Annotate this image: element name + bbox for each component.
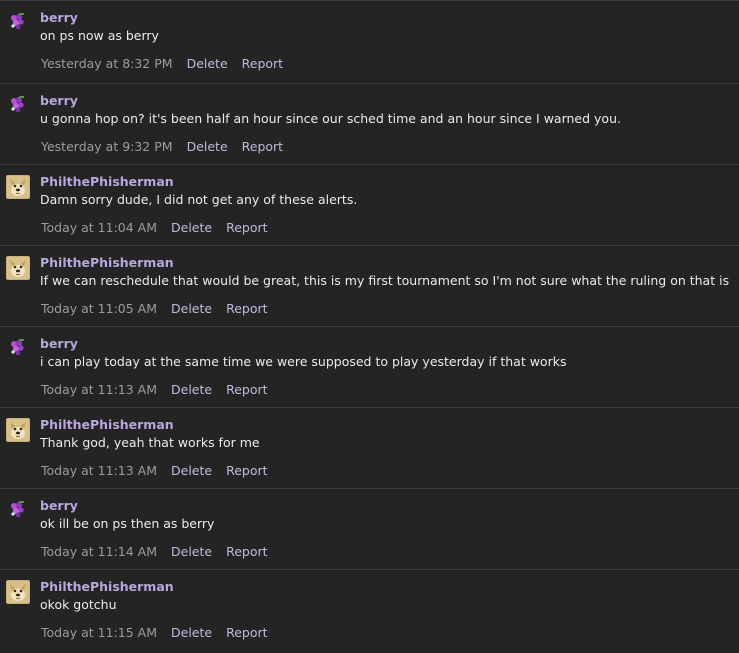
delete-button[interactable]: Delete	[171, 625, 212, 640]
message-author[interactable]: PhilthePhisherman	[40, 417, 174, 432]
message-meta: Yesterday at 9:32 PM Delete Report	[41, 139, 283, 154]
message-meta: Today at 11:14 AM Delete Report	[41, 544, 268, 559]
message-timestamp: Today at 11:15 AM	[41, 625, 157, 640]
message-row: berry ok ill be on ps then as berry Today …	[0, 488, 739, 569]
avatar[interactable]	[6, 175, 30, 199]
message-timestamp: Today at 11:13 AM	[41, 382, 157, 397]
delete-button[interactable]: Delete	[171, 544, 212, 559]
report-button[interactable]: Report	[226, 463, 267, 478]
message-author[interactable]: PhilthePhisherman	[40, 174, 174, 189]
message-text: i can play today at the same time we wer…	[40, 354, 567, 369]
berry-avatar-icon	[6, 337, 30, 361]
message-text: ok ill be on ps then as berry	[40, 516, 215, 531]
report-button[interactable]: Report	[226, 301, 267, 316]
message-row: PhilthePhisherman If we can reschedule th…	[0, 245, 739, 326]
message-author[interactable]: PhilthePhisherman	[40, 255, 174, 270]
avatar[interactable]	[6, 94, 30, 118]
message-row: berry on ps now as berry Yesterday at 8:32…	[0, 0, 739, 83]
message-timestamp: Today at 11:14 AM	[41, 544, 157, 559]
message-meta: Today at 11:13 AM Delete Report	[41, 382, 268, 397]
message-meta: Today at 11:05 AM Delete Report	[41, 301, 268, 316]
message-row: PhilthePhisherman okok gotchu Today at 11:…	[0, 569, 739, 650]
message-text: Thank god, yeah that works for me	[40, 435, 260, 450]
message-text: okok gotchu	[40, 597, 117, 612]
doge-avatar-icon	[6, 175, 30, 199]
message-timestamp: Today at 11:13 AM	[41, 463, 157, 478]
delete-button[interactable]: Delete	[187, 139, 228, 154]
message-author[interactable]: berry	[40, 93, 78, 108]
delete-button[interactable]: Delete	[171, 220, 212, 235]
delete-button[interactable]: Delete	[171, 301, 212, 316]
message-author[interactable]: berry	[40, 10, 78, 25]
message-text: If we can reschedule that would be great…	[40, 273, 730, 288]
avatar[interactable]	[6, 418, 30, 442]
message-text: on ps now as berry	[40, 28, 159, 43]
report-button[interactable]: Report	[226, 544, 267, 559]
report-button[interactable]: Report	[226, 220, 267, 235]
message-text: u gonna hop on? it's been half an hour s…	[40, 111, 621, 126]
message-author[interactable]: berry	[40, 336, 78, 351]
doge-avatar-icon	[6, 418, 30, 442]
report-button[interactable]: Report	[242, 56, 283, 71]
avatar[interactable]	[6, 499, 30, 523]
delete-button[interactable]: Delete	[171, 382, 212, 397]
delete-button[interactable]: Delete	[171, 463, 212, 478]
message-thread: berry on ps now as berry Yesterday at 8:32…	[0, 0, 739, 653]
report-button[interactable]: Report	[226, 625, 267, 640]
message-meta: Yesterday at 8:32 PM Delete Report	[41, 56, 283, 71]
berry-avatar-icon	[6, 11, 30, 35]
avatar[interactable]	[6, 580, 30, 604]
doge-avatar-icon	[6, 580, 30, 604]
message-author[interactable]: berry	[40, 498, 78, 513]
report-button[interactable]: Report	[226, 382, 267, 397]
message-text: Damn sorry dude, I did not get any of th…	[40, 192, 358, 207]
message-row: berry i can play today at the same time w…	[0, 326, 739, 407]
berry-avatar-icon	[6, 499, 30, 523]
message-timestamp: Yesterday at 9:32 PM	[41, 139, 173, 154]
message-meta: Today at 11:04 AM Delete Report	[41, 220, 268, 235]
message-meta: Today at 11:13 AM Delete Report	[41, 463, 268, 478]
message-author[interactable]: PhilthePhisherman	[40, 579, 174, 594]
message-timestamp: Today at 11:05 AM	[41, 301, 157, 316]
message-row: PhilthePhisherman Damn sorry dude, I did …	[0, 164, 739, 245]
report-button[interactable]: Report	[242, 139, 283, 154]
avatar[interactable]	[6, 11, 30, 35]
delete-button[interactable]: Delete	[187, 56, 228, 71]
message-timestamp: Yesterday at 8:32 PM	[41, 56, 173, 71]
message-row: PhilthePhisherman Thank god, yeah that wo…	[0, 407, 739, 488]
message-row: berry u gonna hop on? it's been half an h…	[0, 83, 739, 164]
message-timestamp: Today at 11:04 AM	[41, 220, 157, 235]
doge-avatar-icon	[6, 256, 30, 280]
avatar[interactable]	[6, 337, 30, 361]
avatar[interactable]	[6, 256, 30, 280]
message-meta: Today at 11:15 AM Delete Report	[41, 625, 268, 640]
berry-avatar-icon	[6, 94, 30, 118]
